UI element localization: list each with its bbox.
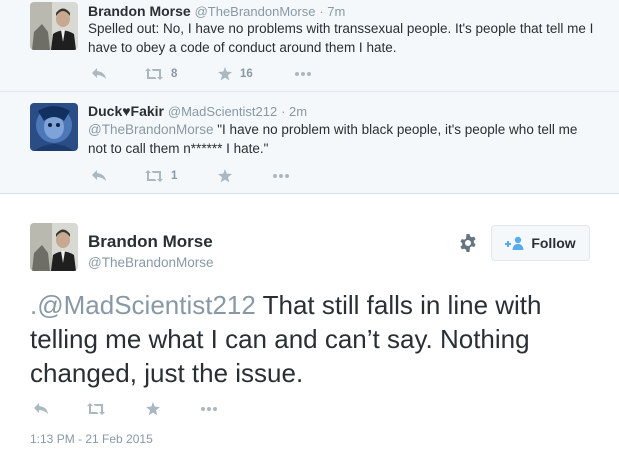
author-screen-name[interactable]: @MadScientist212 (168, 104, 277, 119)
follow-button-label: Follow (531, 235, 576, 251)
author-name[interactable]: Brandon Morse (88, 3, 191, 19)
tweet-text: Spelled out: No, I have no problems with… (88, 21, 594, 55)
retweet-icon[interactable]: 8 (145, 65, 177, 83)
reply-icon[interactable] (91, 65, 107, 83)
reply-icon[interactable] (33, 400, 49, 418)
favorite-icon[interactable] (146, 400, 160, 418)
author-name[interactable]: Brandon Morse (88, 232, 213, 252)
tweet-actions: 1 (88, 167, 328, 185)
avatar[interactable] (30, 2, 78, 50)
more-icon[interactable] (294, 65, 312, 83)
more-icon[interactable] (272, 167, 290, 185)
favorite-count: 16 (240, 68, 253, 80)
context-tweet[interactable]: Duck♥Fakir @MadScientist212 · 2m @TheBra… (0, 92, 619, 194)
author-name[interactable]: Duck♥Fakir (88, 103, 164, 119)
mention-link[interactable]: @MadScientist212 (37, 290, 256, 320)
tweet-timestamp[interactable]: 1:13 PM - 21 Feb 2015 (30, 432, 153, 446)
retweet-icon[interactable] (87, 400, 105, 418)
permalink-tweet: Brandon Morse @TheBrandonMorse Follow .@… (0, 194, 619, 465)
author-screen-name[interactable]: @TheBrandonMorse (195, 4, 316, 19)
tweet-time[interactable]: · 7m (319, 4, 345, 19)
context-tweet[interactable]: Brandon Morse @TheBrandonMorse · 7m Spel… (0, 0, 619, 92)
tweet-time[interactable]: · 2m (281, 104, 307, 119)
favorite-icon[interactable] (218, 167, 232, 185)
follow-button[interactable]: Follow (491, 225, 590, 261)
tweet-actions: 8 16 (88, 65, 328, 83)
reply-icon[interactable] (91, 167, 107, 185)
retweet-count: 8 (171, 68, 178, 80)
favorite-icon[interactable]: 16 (218, 65, 253, 83)
retweet-count: 1 (171, 170, 178, 182)
follow-user-icon (505, 236, 524, 250)
avatar[interactable] (30, 223, 78, 271)
author-screen-name[interactable]: @TheBrandonMorse (88, 255, 214, 270)
gear-icon[interactable] (458, 233, 478, 253)
more-icon[interactable] (200, 400, 218, 418)
mention-link[interactable]: @TheBrandonMorse (88, 122, 214, 137)
retweet-icon[interactable]: 1 (145, 167, 177, 185)
tweet-text: @TheBrandonMorse "I have no problem with… (88, 120, 598, 158)
tweet-text: .@MadScientist212 That still falls in li… (30, 288, 600, 390)
avatar[interactable] (30, 103, 78, 151)
